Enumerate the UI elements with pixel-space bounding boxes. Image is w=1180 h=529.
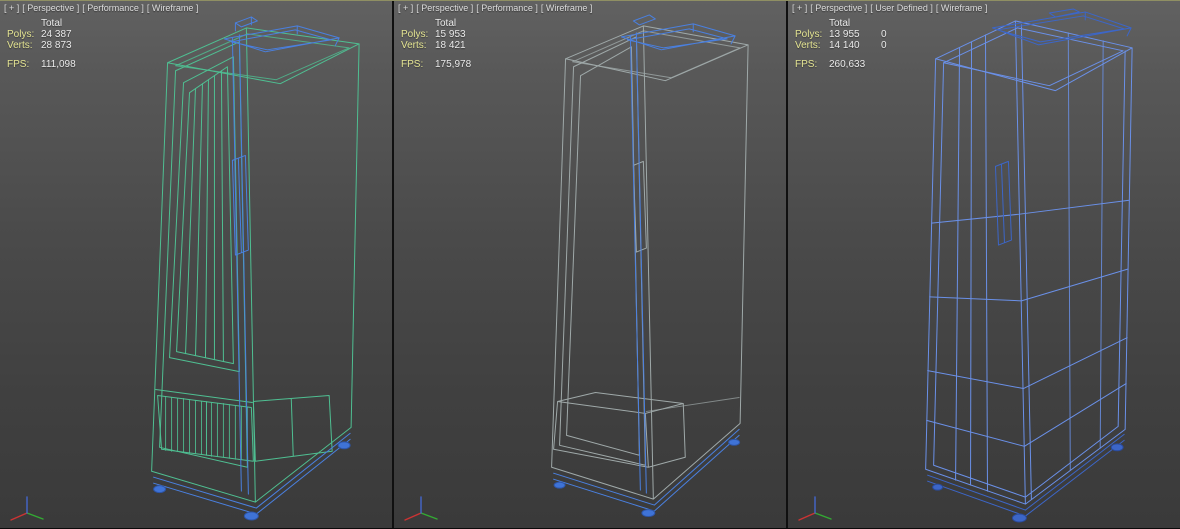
- polys-value: 13 955: [829, 29, 860, 40]
- fps-label: FPS:: [7, 59, 30, 70]
- viewport-3-label-bar: [ + ] [ Perspective ] [ User Defined ] […: [792, 3, 987, 13]
- polys-value: 15 953: [435, 29, 466, 40]
- fps-value: 175,978: [435, 59, 472, 70]
- viewport-2[interactable]: [ + ] [ Perspective ] [ Performance ] [ …: [394, 1, 786, 528]
- gray-wireframe: [551, 25, 749, 500]
- vp3-shading-menu[interactable]: [ Wireframe ]: [936, 3, 988, 13]
- fps-value: 111,098: [41, 59, 76, 70]
- stats-total-header: Total: [435, 18, 457, 29]
- polys-value: 24 387: [41, 29, 72, 40]
- y-axis: [814, 512, 832, 520]
- stats-total-header: Total: [41, 18, 63, 29]
- viewport-layout: [ + ] [ Perspective ] [ Performance ] [ …: [0, 0, 1180, 529]
- fridge-wireframe-highpoly: [151, 16, 360, 521]
- viewport-1-label-bar: [ + ] [ Perspective ] [ Performance ] [ …: [4, 3, 198, 13]
- vp2-plus-menu[interactable]: [ + ]: [398, 3, 413, 13]
- dark-blue-details: [927, 8, 1132, 523]
- viewport-1-statistics: Total Polys: 24 387 Verts: 28 873 FPS: 1…: [7, 18, 113, 70]
- axis-tripod: [10, 496, 44, 521]
- vp3-pov-menu[interactable]: [ Perspective ]: [810, 3, 867, 13]
- viewport-3-statistics: Total Polys: 13 955 0 Verts: 14 140 0 FP…: [795, 18, 901, 70]
- vp1-quality-menu[interactable]: [ Performance ]: [82, 3, 144, 13]
- vp3-quality-menu[interactable]: [ User Defined ]: [870, 3, 933, 13]
- vp2-pov-menu[interactable]: [ Perspective ]: [416, 3, 473, 13]
- vp3-plus-menu[interactable]: [ + ]: [792, 3, 807, 13]
- verts-label: Verts:: [401, 40, 427, 51]
- green-wireframe: [151, 27, 360, 503]
- polys-label: Polys:: [7, 29, 35, 40]
- fps-label: FPS:: [401, 59, 424, 70]
- viewport-2-label-bar: [ + ] [ Perspective ] [ Performance ] [ …: [398, 3, 592, 13]
- viewport-1[interactable]: [ + ] [ Perspective ] [ Performance ] [ …: [0, 1, 392, 528]
- verts-label: Verts:: [795, 40, 821, 51]
- axis-tripod: [798, 496, 832, 521]
- axis-tripod: [404, 496, 438, 521]
- verts-value: 18 421: [435, 40, 466, 51]
- fridge-wireframe-midpoly: [551, 14, 749, 518]
- verts-extra-value: 0: [881, 40, 887, 51]
- x-axis: [404, 512, 422, 521]
- stats-total-header: Total: [829, 18, 851, 29]
- viewport-3[interactable]: [ + ] [ Perspective ] [ User Defined ] […: [788, 1, 1180, 528]
- blue-selection-edges: [153, 16, 351, 521]
- x-axis: [798, 512, 816, 521]
- vp1-pov-menu[interactable]: [ Perspective ]: [22, 3, 79, 13]
- x-axis: [10, 512, 28, 521]
- fps-value: 260,633: [829, 59, 866, 70]
- polys-extra-value: 0: [881, 29, 887, 40]
- verts-value: 28 873: [41, 40, 72, 51]
- fridge-wireframe-lowpoly: [925, 8, 1133, 523]
- polys-label: Polys:: [795, 29, 823, 40]
- vp1-shading-menu[interactable]: [ Wireframe ]: [147, 3, 199, 13]
- vp2-shading-menu[interactable]: [ Wireframe ]: [541, 3, 593, 13]
- verts-value: 14 140: [829, 40, 860, 51]
- blue-wireframe: [925, 20, 1133, 505]
- vp2-quality-menu[interactable]: [ Performance ]: [476, 3, 538, 13]
- verts-label: Verts:: [7, 40, 33, 51]
- vp1-plus-menu[interactable]: [ + ]: [4, 3, 19, 13]
- y-axis: [26, 512, 44, 520]
- blue-selection-edges: [553, 14, 741, 518]
- viewport-2-statistics: Total Polys: 15 953 Verts: 18 421 FPS: 1…: [401, 18, 507, 70]
- polys-label: Polys:: [401, 29, 429, 40]
- y-axis: [420, 512, 438, 520]
- fps-label: FPS:: [795, 59, 818, 70]
